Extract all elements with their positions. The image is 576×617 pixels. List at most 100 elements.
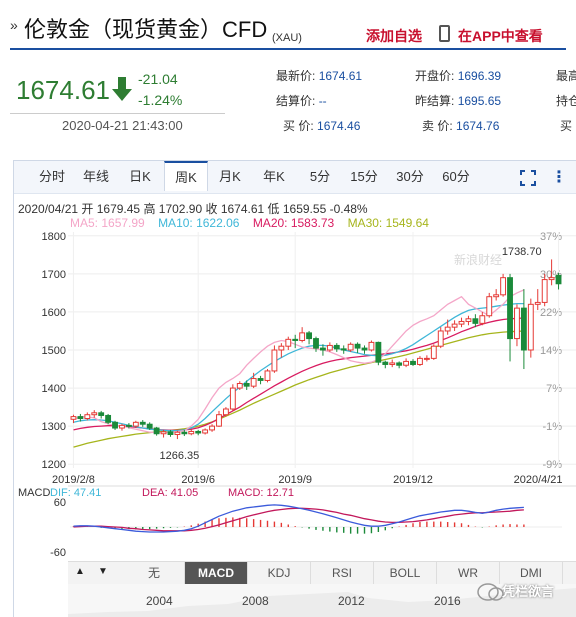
candle-down	[306, 332, 312, 340]
scroll-up-icon[interactable]: ▲	[70, 561, 90, 583]
candle-up	[160, 431, 167, 435]
view-in-app-link[interactable]: 在APP中查看	[458, 26, 543, 46]
x-tick-label: 2020/4/21	[514, 474, 563, 486]
title-marker: »	[10, 17, 18, 33]
candle-up	[430, 345, 437, 359]
candle-down	[382, 361, 389, 365]
candle-up	[451, 323, 458, 328]
candle-up	[216, 414, 222, 427]
pct-tick-label: 7%	[546, 383, 562, 395]
quote-ask: 卖 价: 1674.76	[422, 119, 500, 133]
price-chart[interactable]: 180017001600150014001300120037%30%22%14%…	[14, 228, 576, 560]
tab-intraday[interactable]: 分时	[32, 161, 72, 192]
candle-up	[493, 294, 500, 298]
tab-yearly-k[interactable]: 年K	[254, 161, 294, 192]
candle-up	[403, 360, 410, 366]
candle-down	[375, 341, 382, 363]
scroll-down-icon[interactable]: ▼	[93, 561, 113, 583]
candle-down	[472, 318, 479, 324]
candle-down	[320, 347, 326, 351]
more-menu-icon[interactable]: ⋮	[551, 167, 567, 187]
timeline-year-2016: 2016	[434, 594, 461, 608]
period-tabs: 分时 年线 日K 周K 月K 年K 5分 15分 30分 60分	[14, 161, 576, 194]
x-tick-label: 2019/12	[393, 474, 433, 486]
candle-up	[417, 357, 423, 365]
arrow-down-icon	[112, 77, 132, 101]
candle-up	[202, 429, 209, 434]
candle-down	[555, 274, 562, 285]
candle-up	[174, 431, 181, 436]
tab-5min[interactable]: 5分	[300, 161, 340, 192]
candle-down	[243, 382, 250, 387]
y-tick-label: 1700	[42, 269, 66, 281]
fullscreen-icon[interactable]	[520, 170, 536, 186]
x-tick-label: 2019/6	[181, 474, 215, 486]
high-label: 1738.70	[502, 246, 542, 258]
quote-prev-settlement: 昨结算: 1695.65	[415, 94, 502, 108]
candle-down	[105, 414, 112, 423]
price-change-percent: -1.24%	[138, 92, 183, 108]
tab-yearly-line[interactable]: 年线	[76, 161, 116, 192]
tab-daily-k[interactable]: 日K	[120, 161, 160, 192]
candle-down	[340, 348, 347, 351]
last-price: 1674.61	[16, 75, 110, 105]
page-title: 伦敦金（现货黄金）CFD	[24, 17, 268, 42]
candle-up	[465, 318, 472, 322]
candle-down	[167, 431, 174, 436]
x-tick-label: 2019/9	[278, 474, 312, 486]
candle-up	[132, 421, 139, 427]
tab-15min[interactable]: 15分	[344, 161, 384, 192]
quote-open: 开盘价: 1696.39	[415, 69, 502, 83]
header-divider	[10, 48, 566, 50]
candle-up	[548, 277, 555, 281]
candle-up	[278, 345, 285, 351]
candle-down	[181, 431, 188, 435]
x-tick-label: 2019/2/8	[52, 474, 95, 486]
dif-line	[73, 504, 524, 533]
indicator-tab-macd[interactable]: MACD	[185, 562, 248, 584]
candle-up	[437, 330, 444, 347]
tab-60min[interactable]: 60分	[434, 161, 478, 192]
candle-up	[250, 378, 257, 387]
candle-up	[285, 338, 292, 347]
indicator-tab-rsi[interactable]: RSI	[311, 562, 374, 584]
tab-30min[interactable]: 30分	[390, 161, 430, 192]
y-tick-label: 1400	[42, 383, 66, 395]
candle-up	[119, 424, 125, 429]
candle-down	[153, 427, 160, 435]
source-badge: 凭栏欲言	[502, 584, 555, 599]
candle-up	[527, 303, 534, 351]
timeline-year-2004: 2004	[146, 594, 173, 608]
candle-up	[347, 343, 354, 351]
candle-down	[354, 343, 361, 349]
tab-weekly-k[interactable]: 周K	[164, 161, 208, 191]
low-label: 1266.35	[160, 450, 200, 462]
indicator-tab-kdj[interactable]: KDJ	[248, 562, 311, 584]
tab-monthly-k[interactable]: 月K	[210, 161, 250, 192]
candle-up	[299, 332, 306, 341]
candle-up	[271, 349, 278, 372]
candle-down	[146, 423, 153, 429]
timeline-year-2008: 2008	[242, 594, 269, 608]
candle-down	[313, 338, 319, 349]
candle-down	[361, 347, 368, 351]
y-tick-label: 1600	[42, 307, 66, 319]
candle-up	[479, 315, 486, 324]
price-change: -21.04	[138, 71, 178, 87]
candle-down	[112, 421, 118, 429]
indicator-tab-none[interactable]: 无	[124, 562, 185, 584]
candle-up	[534, 301, 541, 305]
candle-up	[229, 387, 236, 410]
candle-down	[77, 416, 84, 420]
candle-up	[326, 344, 333, 351]
phone-icon	[439, 25, 450, 42]
indicator-tab-boll[interactable]: BOLL	[374, 562, 437, 584]
pct-tick-label: -1%	[542, 421, 562, 433]
candle-down	[292, 338, 299, 341]
candle-up	[70, 416, 77, 420]
candle-down	[257, 378, 264, 381]
candle-up	[84, 414, 91, 420]
add-watchlist-link[interactable]: 添加自选	[366, 26, 422, 46]
candle-up	[209, 425, 215, 431]
candle-up	[91, 412, 98, 416]
